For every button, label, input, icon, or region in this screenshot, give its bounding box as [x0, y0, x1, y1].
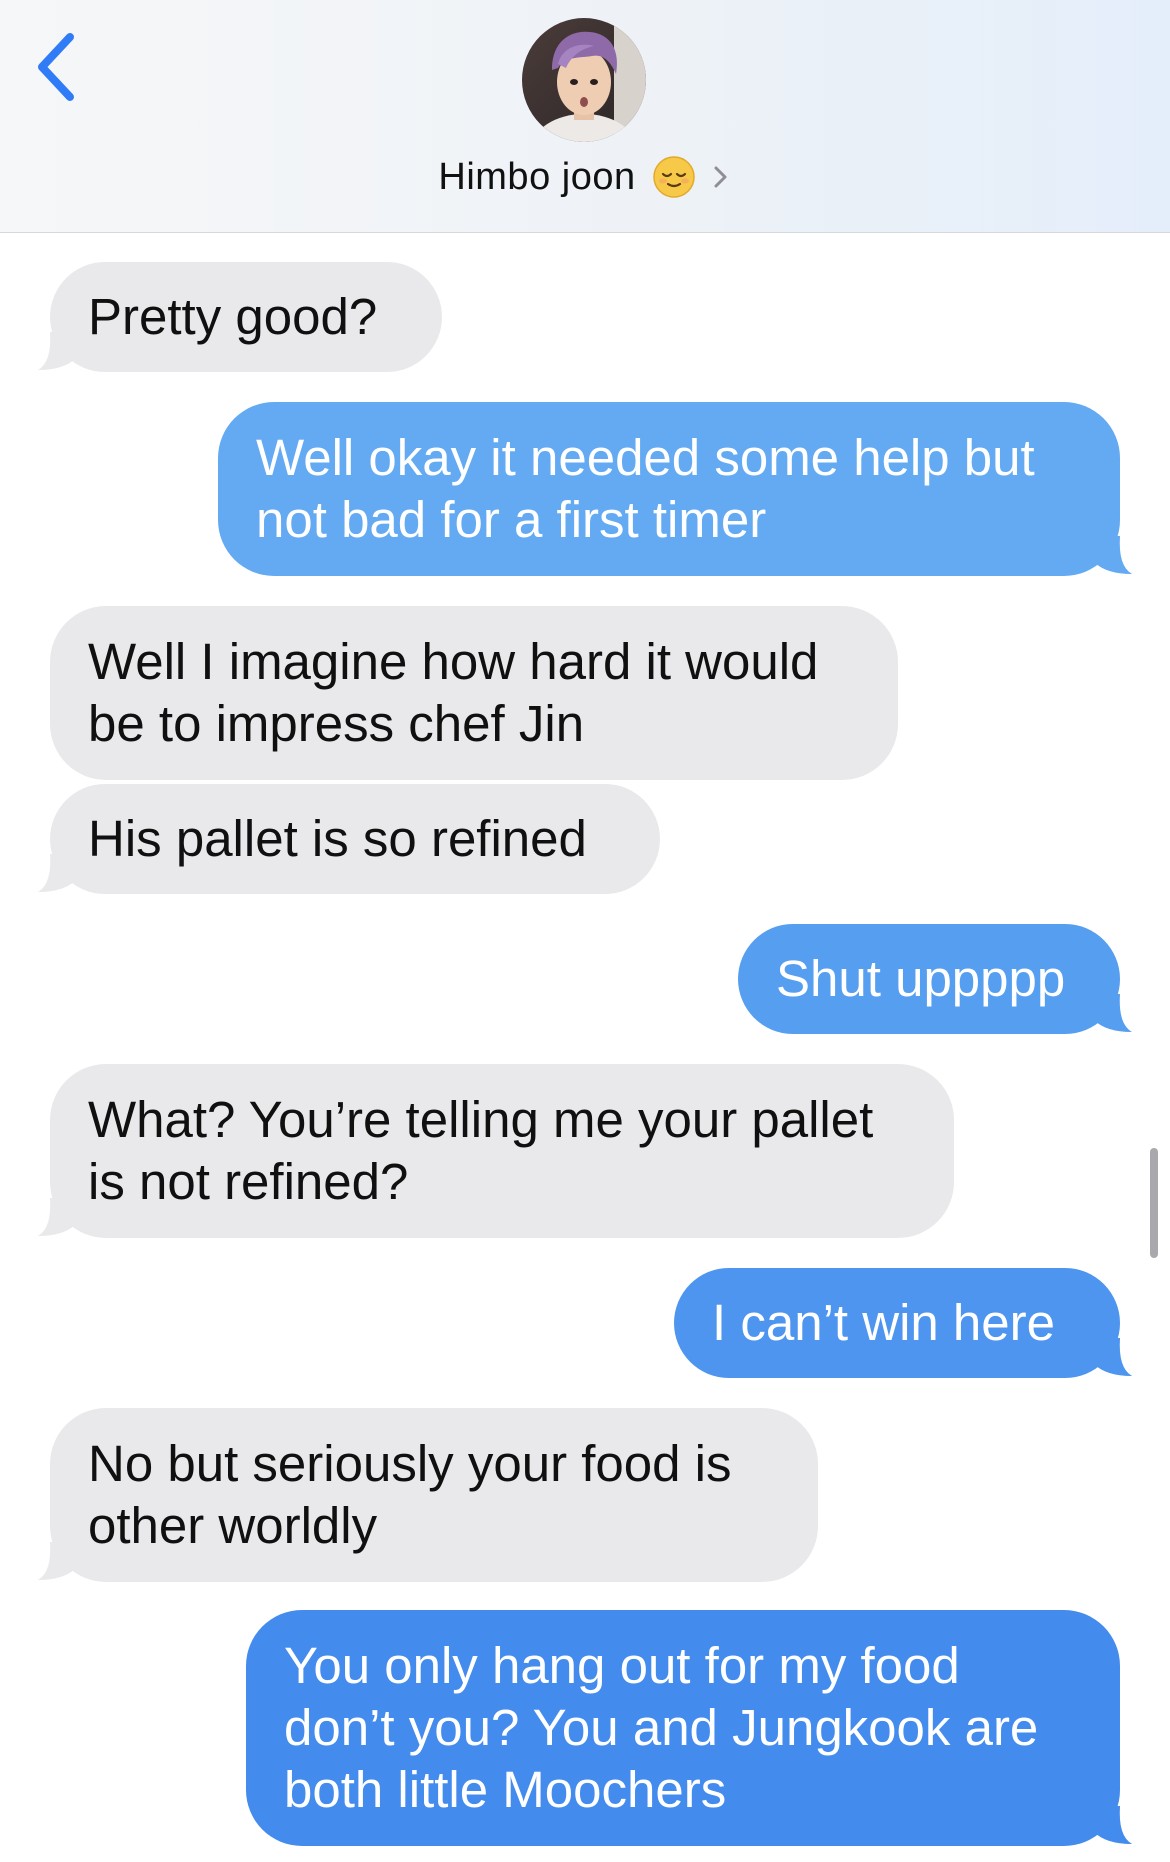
- outgoing-message[interactable]: I can’t win here: [674, 1268, 1120, 1378]
- bubble-tail: [1094, 1338, 1132, 1376]
- incoming-message[interactable]: His pallet is so refined: [50, 784, 660, 894]
- bubble-tail: [1094, 536, 1132, 574]
- outgoing-message[interactable]: You only hang out for my food don’t you? …: [246, 1610, 1120, 1846]
- message-text-line: both little Moochers: [284, 1761, 727, 1818]
- incoming-message[interactable]: Pretty good?: [50, 262, 442, 372]
- message-text-line: I can’t win here: [712, 1294, 1056, 1351]
- message-text-line: You only hang out for my food: [284, 1637, 960, 1694]
- outgoing-message[interactable]: Shut uppppp: [738, 924, 1120, 1034]
- conversation-header: Himbo joon: [0, 0, 1170, 233]
- bubble-tail: [38, 332, 76, 370]
- message-text-line: Well I imagine how hard it would: [88, 633, 819, 690]
- incoming-message[interactable]: Well I imagine how hard it would be to im…: [50, 606, 898, 780]
- contact-details-button[interactable]: Himbo joon: [0, 152, 1170, 202]
- outgoing-message[interactable]: Well okay it needed some help but not bad…: [218, 402, 1120, 576]
- bubble-tail: [38, 1198, 76, 1236]
- relieved-face-emoji: [652, 155, 696, 199]
- message-text-line: be to impress chef Jin: [88, 695, 585, 752]
- message-text-line: What? You’re telling me your pallet: [88, 1091, 874, 1148]
- bubble-tail: [1094, 994, 1132, 1032]
- message-text-line: Shut uppppp: [776, 950, 1066, 1007]
- scroll-indicator[interactable]: [1150, 1148, 1158, 1258]
- contact-avatar: [522, 18, 646, 142]
- bubble-tail: [38, 1542, 76, 1580]
- message-text-line: Pretty good?: [88, 288, 378, 345]
- message-text-line: other worldly: [88, 1497, 378, 1554]
- back-button[interactable]: [28, 22, 92, 112]
- incoming-message[interactable]: What? You’re telling me your pallet is no…: [50, 1064, 954, 1238]
- bubble-tail: [38, 854, 76, 892]
- message-text-line: No but seriously your food is: [88, 1435, 732, 1492]
- bubble-tail: [1094, 1806, 1132, 1844]
- incoming-message[interactable]: No but seriously your food is other world…: [50, 1408, 818, 1582]
- message-text-line: not bad for a first timer: [256, 491, 767, 548]
- chevron-left-icon: [38, 33, 74, 101]
- message-text-line: Well okay it needed some help but: [256, 429, 1035, 486]
- chevron-right-icon: [714, 166, 727, 188]
- message-text-line: His pallet is so refined: [88, 810, 587, 867]
- message-text-line: is not refined?: [88, 1153, 409, 1210]
- avatar[interactable]: [522, 18, 646, 142]
- message-text-line: don’t you? You and Jungkook are: [284, 1699, 1039, 1756]
- contact-name: Himbo joon: [438, 155, 636, 198]
